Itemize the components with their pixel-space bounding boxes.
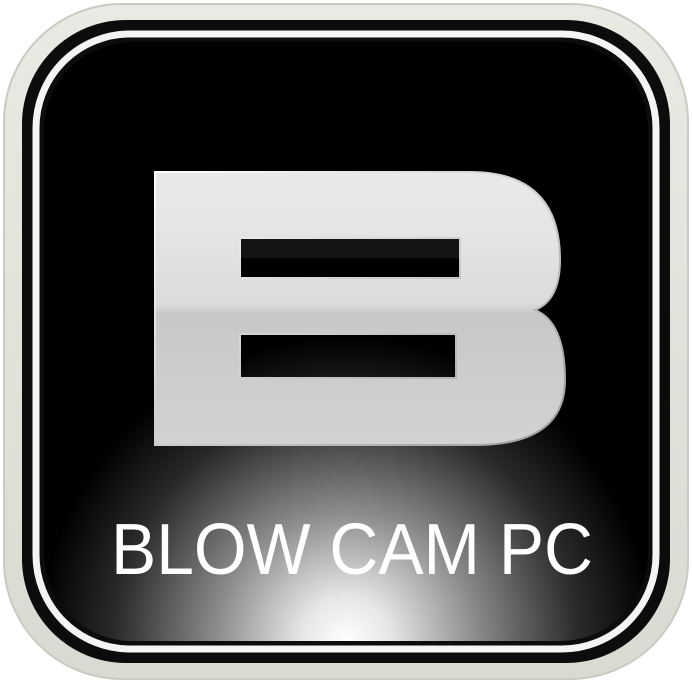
blow-cam-pc-app-icon[interactable]: BLOW CAM PC <box>0 0 692 683</box>
app-name-label: BLOW CAM PC <box>111 510 593 590</box>
app-icon-graphic: BLOW CAM PC <box>3 3 689 680</box>
letter-b-logo <box>154 171 567 446</box>
letter-b-top-sheen <box>157 174 558 258</box>
